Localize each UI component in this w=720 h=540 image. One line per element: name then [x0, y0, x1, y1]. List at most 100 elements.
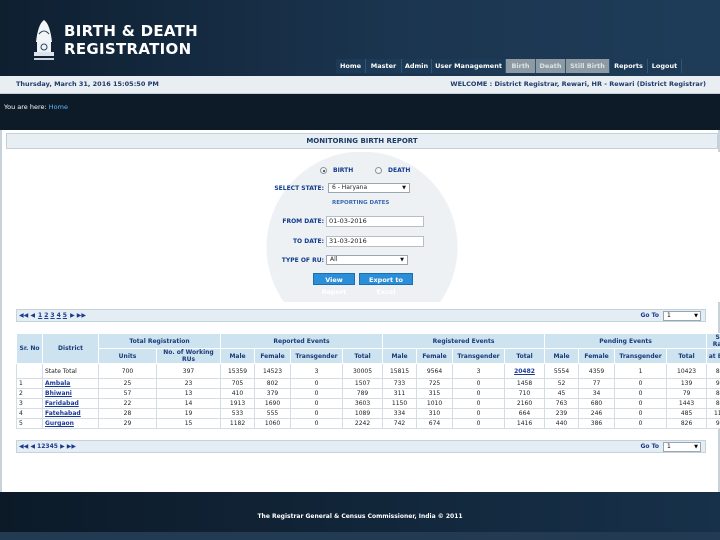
pager-page-link[interactable]: 5 [63, 312, 67, 319]
nav-death[interactable]: Death [536, 59, 566, 73]
pager-prev-icon[interactable]: ◀◀ ◀ [19, 312, 35, 319]
registered-total-link[interactable]: 20482 [514, 368, 535, 375]
subheader-working-rus: No. of Working RUs [155, 348, 222, 364]
pager-prev-icon[interactable]: ◀◀ ◀ [19, 443, 35, 450]
district-cell: Faridabad [42, 398, 99, 409]
pager-links-top: ◀◀ ◀ 12345 ▶ ▶▶ [19, 312, 86, 319]
table-cell: 664 [504, 408, 546, 419]
subheader-total: Total [342, 348, 384, 364]
table-cell: 9564 [416, 363, 454, 379]
pager-next-icon[interactable]: ▶ ▶▶ [60, 443, 76, 450]
district-cell: Gurgaon [42, 418, 99, 429]
district-link[interactable]: Fatehabad [45, 410, 81, 417]
table-cell: 742 [382, 418, 418, 429]
from-date-input[interactable]: 01-03-2016 [326, 216, 424, 227]
table-cell: 19 [155, 408, 222, 419]
nav-master[interactable]: Master [366, 59, 402, 73]
radio-birth-option[interactable]: BIRTH [320, 167, 353, 174]
table-cell: 52 [544, 378, 580, 389]
radio-birth[interactable] [320, 167, 327, 174]
table-cell: 23 [155, 378, 222, 389]
goto-select-top[interactable]: 1 ▼ [663, 311, 701, 321]
table-cell: 725 [416, 378, 454, 389]
table-body: State Total 700 397 15359 14523 3 30005 … [16, 363, 720, 429]
table-cell: 379 [254, 388, 292, 399]
goto-select-bottom[interactable]: 1 ▼ [663, 442, 701, 452]
subheader-male: Male [382, 348, 418, 364]
subheader-units: Units [98, 348, 157, 364]
table-cell: 3 [452, 363, 506, 379]
district-link[interactable]: Gurgaon [45, 420, 74, 427]
table-cell: 386 [578, 418, 616, 429]
nav-still-birth[interactable]: Still Birth [566, 59, 610, 73]
district-link[interactable]: Bhiwani [45, 390, 72, 397]
chevron-down-icon: ▼ [402, 185, 406, 191]
table-cell: 0 [452, 378, 506, 389]
goto-select-value: 1 [667, 443, 671, 450]
header-total-registration: Total Registration [97, 333, 222, 349]
pager-page-link[interactable]: 2 [44, 312, 48, 319]
radio-death[interactable] [375, 167, 382, 174]
table-cell: 1060 [254, 418, 292, 429]
table-cell: 1150 [382, 398, 418, 409]
sr-no-cell: 2 [16, 388, 43, 399]
table-cell: 334 [382, 408, 418, 419]
pager-next-icon[interactable]: ▶ ▶▶ [70, 312, 86, 319]
district-link[interactable]: Faridabad [45, 400, 79, 407]
radio-birth-label: BIRTH [333, 167, 354, 174]
table-row: 4 Fatehabad 28 19 533 555 0 1089 334 310 0 664 239 24… [16, 408, 720, 419]
export-excel-button[interactable]: Export to Excel [359, 273, 413, 296]
table-cell: 555 [254, 408, 292, 419]
table-cell: 0 [614, 378, 668, 389]
chevron-down-icon: ▼ [694, 313, 698, 319]
table-cell: 674 [416, 418, 454, 429]
radio-death-option[interactable]: DEATH [375, 167, 410, 174]
nav-birth[interactable]: Birth [506, 59, 536, 73]
table-cell: 14523 [254, 363, 292, 379]
site-header: BIRTH & DEATH REGISTRATION Home Master A… [0, 0, 720, 76]
table-cell: 0 [290, 388, 344, 399]
header-reported-events: Reported Events [220, 333, 384, 349]
nav-user-management[interactable]: User Management [432, 59, 506, 73]
state-select[interactable]: 6 - Haryana ▼ [328, 183, 410, 193]
type-of-ru-select[interactable]: All ▼ [326, 255, 408, 265]
table-cell: 13 [155, 388, 222, 399]
view-report-button[interactable]: View Report [313, 273, 355, 296]
nav-logout[interactable]: Logout [648, 59, 682, 73]
table-cell: 315 [416, 388, 454, 399]
select-state-label: SELECT STATE: [274, 185, 324, 192]
state-total-label: State Total [42, 363, 99, 379]
sr-no-cell: 5 [16, 418, 43, 429]
to-date-input[interactable]: 31-03-2016 [326, 236, 424, 247]
table-cell: 0 [614, 398, 668, 409]
pager-page-link[interactable]: 3 [50, 312, 54, 319]
nav-admin[interactable]: Admin [402, 59, 432, 73]
pager-page-link[interactable]: 5 [54, 443, 58, 450]
district-cell: Fatehabad [42, 408, 99, 419]
subheader-at-birth: at Birth [706, 348, 720, 364]
subheader-male: Male [544, 348, 580, 364]
subheader-total: Total [666, 348, 708, 364]
table-cell: 789 [342, 388, 384, 399]
breadcrumb-prefix: You are here: [4, 103, 47, 111]
table-cell: 3603 [342, 398, 384, 409]
table-cell: 15 [155, 418, 222, 429]
reporting-dates-label: REPORTING DATES [332, 200, 390, 206]
table-cell: 680 [578, 398, 616, 409]
breadcrumb-home-link[interactable]: Home [49, 103, 68, 111]
nav-reports[interactable]: Reports [610, 59, 648, 73]
table-cell: 246 [578, 408, 616, 419]
from-date-label: FROM DATE: [282, 218, 324, 225]
pager-page-link[interactable]: 1 [38, 312, 42, 319]
table-cell: 826 [666, 418, 708, 429]
state-select-value: 6 - Haryana [332, 184, 368, 191]
goto-label: Go To [640, 312, 659, 319]
table-cell: 0 [290, 378, 344, 389]
table-row: 1 Ambala 25 23 705 802 0 1507 733 725 0 1458 52 77 0 13… [16, 378, 720, 389]
page-root: BIRTH & DEATH REGISTRATION Home Master A… [0, 0, 720, 540]
nav-home[interactable]: Home [336, 59, 366, 73]
district-link[interactable]: Ambala [45, 380, 70, 387]
table-row: 5 Gurgaon 29 15 1182 1060 0 2242 742 674 0 1416 440 3… [16, 418, 720, 429]
pager-page-link[interactable]: 4 [57, 312, 61, 319]
table-cell: 840 [706, 388, 720, 399]
